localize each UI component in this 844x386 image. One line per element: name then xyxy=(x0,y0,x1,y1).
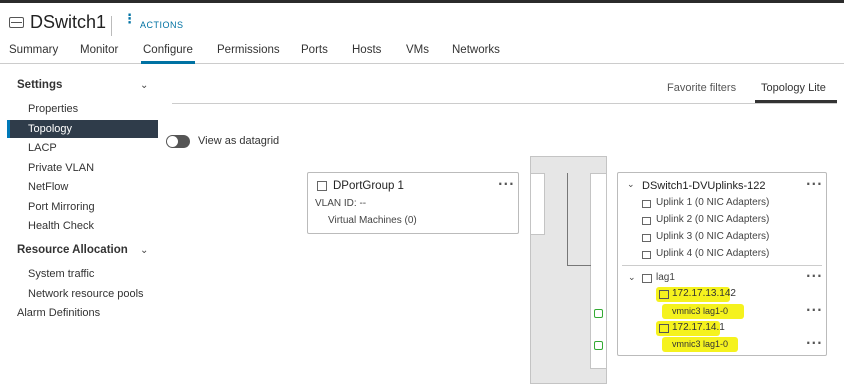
uplink-item[interactable]: Uplink 3 (0 NIC Adapters) xyxy=(656,231,769,242)
view-as-datagrid-toggle[interactable] xyxy=(166,135,190,148)
sidebar-item-topology[interactable]: Topology xyxy=(28,123,72,135)
host-ip[interactable]: 172.17.14.1 xyxy=(672,322,725,333)
portgroup-vms[interactable]: Virtual Machines (0) xyxy=(328,215,417,226)
filter-bar-divider xyxy=(172,103,837,104)
sidebar-item-properties[interactable]: Properties xyxy=(28,103,78,115)
portgroup-card[interactable]: DPortGroup 1 ··· VLAN ID: -- Virtual Mac… xyxy=(307,172,519,234)
tab-hosts[interactable]: Hosts xyxy=(352,44,381,56)
uplink-item[interactable]: Uplink 4 (0 NIC Adapters) xyxy=(656,248,769,259)
tab-summary[interactable]: Summary xyxy=(9,44,58,56)
chevron-down-icon[interactable]: ⌄ xyxy=(140,80,148,91)
tab-networks[interactable]: Networks xyxy=(452,44,500,56)
sidebar-section-resource-allocation[interactable]: Resource Allocation xyxy=(17,244,128,256)
chevron-down-icon[interactable]: ⌄ xyxy=(140,245,148,256)
active-tab-indicator xyxy=(141,61,195,64)
sidebar-item-netflow[interactable]: NetFlow xyxy=(28,181,68,193)
chevron-down-icon[interactable]: ⌄ xyxy=(628,273,636,283)
host-nic[interactable]: vmnic3 lag1-0 xyxy=(672,306,728,316)
more-actions-icon[interactable]: ··· xyxy=(806,303,823,317)
portgroup-name: DPortGroup 1 xyxy=(333,180,404,192)
link-line xyxy=(567,173,568,265)
more-actions-icon[interactable]: ··· xyxy=(806,269,823,283)
more-actions-icon[interactable]: ··· xyxy=(498,177,515,191)
sidebar-item-port-mirroring[interactable]: Port Mirroring xyxy=(28,201,95,213)
portgroup-vlan: VLAN ID: -- xyxy=(315,198,367,209)
uplink-item[interactable]: Uplink 1 (0 NIC Adapters) xyxy=(656,197,769,208)
favorite-filters-button[interactable]: Favorite filters xyxy=(667,82,736,94)
actions-menu-button[interactable]: ACTIONS xyxy=(140,20,184,30)
switch-body xyxy=(530,156,607,384)
link-line xyxy=(567,265,591,266)
chevron-down-icon[interactable]: ⌄ xyxy=(627,180,635,190)
sidebar-selection-accent xyxy=(7,120,10,138)
portgroup-icon xyxy=(317,181,327,191)
tab-configure[interactable]: Configure xyxy=(143,44,193,56)
host-icon xyxy=(659,290,669,299)
uplinks-card[interactable]: ⌄ DSwitch1-DVUplinks-122 ··· Uplink 1 (0… xyxy=(617,172,827,356)
more-actions-icon[interactable]: ··· xyxy=(806,336,823,350)
nic-status-icon xyxy=(594,309,603,318)
sidebar-item-health-check[interactable]: Health Check xyxy=(28,220,94,232)
lag-icon xyxy=(642,274,652,283)
tab-vms[interactable]: VMs xyxy=(406,44,429,56)
uplink-icon xyxy=(642,217,651,225)
tab-ports[interactable]: Ports xyxy=(301,44,328,56)
header: DSwitch1 ⋮ ACTIONS xyxy=(0,3,844,40)
tab-bar: Summary Monitor Configure Permissions Po… xyxy=(0,40,844,64)
lag-name: lag1 xyxy=(656,272,675,283)
host-icon xyxy=(659,324,669,333)
actions-dots-icon[interactable]: ⋮ xyxy=(123,13,136,26)
more-actions-icon[interactable]: ··· xyxy=(806,177,823,191)
sidebar-item-network-resource-pools[interactable]: Network resource pools xyxy=(28,288,144,300)
sidebar-item-system-traffic[interactable]: System traffic xyxy=(28,268,94,280)
host-nic[interactable]: vmnic3 lag1-0 xyxy=(672,339,728,349)
uplink-item[interactable]: Uplink 2 (0 NIC Adapters) xyxy=(656,214,769,225)
sidebar-item-private-vlan[interactable]: Private VLAN xyxy=(28,162,94,174)
card-divider xyxy=(622,265,822,266)
host-ip[interactable]: 172.17.13.142 xyxy=(672,288,736,299)
uplink-icon xyxy=(642,251,651,259)
sidebar-section-settings[interactable]: Settings xyxy=(17,79,62,91)
sidebar-item-alarm-definitions[interactable]: Alarm Definitions xyxy=(17,307,100,319)
uplinks-name: DSwitch1-DVUplinks-122 xyxy=(642,180,766,192)
topology-lite-button[interactable]: Topology Lite xyxy=(761,82,826,94)
tab-monitor[interactable]: Monitor xyxy=(80,44,118,56)
header-divider xyxy=(111,16,112,36)
uplink-icon xyxy=(642,234,651,242)
sidebar-item-lacp[interactable]: LACP xyxy=(28,142,57,154)
switch-port-left xyxy=(531,173,545,235)
toggle-label: View as datagrid xyxy=(198,135,280,147)
page-title: DSwitch1 xyxy=(30,12,107,32)
nic-status-icon xyxy=(594,341,603,350)
uplink-icon xyxy=(642,200,651,208)
tab-permissions[interactable]: Permissions xyxy=(217,44,280,56)
switch-port-right xyxy=(590,173,606,369)
distributed-switch-icon xyxy=(9,17,24,28)
